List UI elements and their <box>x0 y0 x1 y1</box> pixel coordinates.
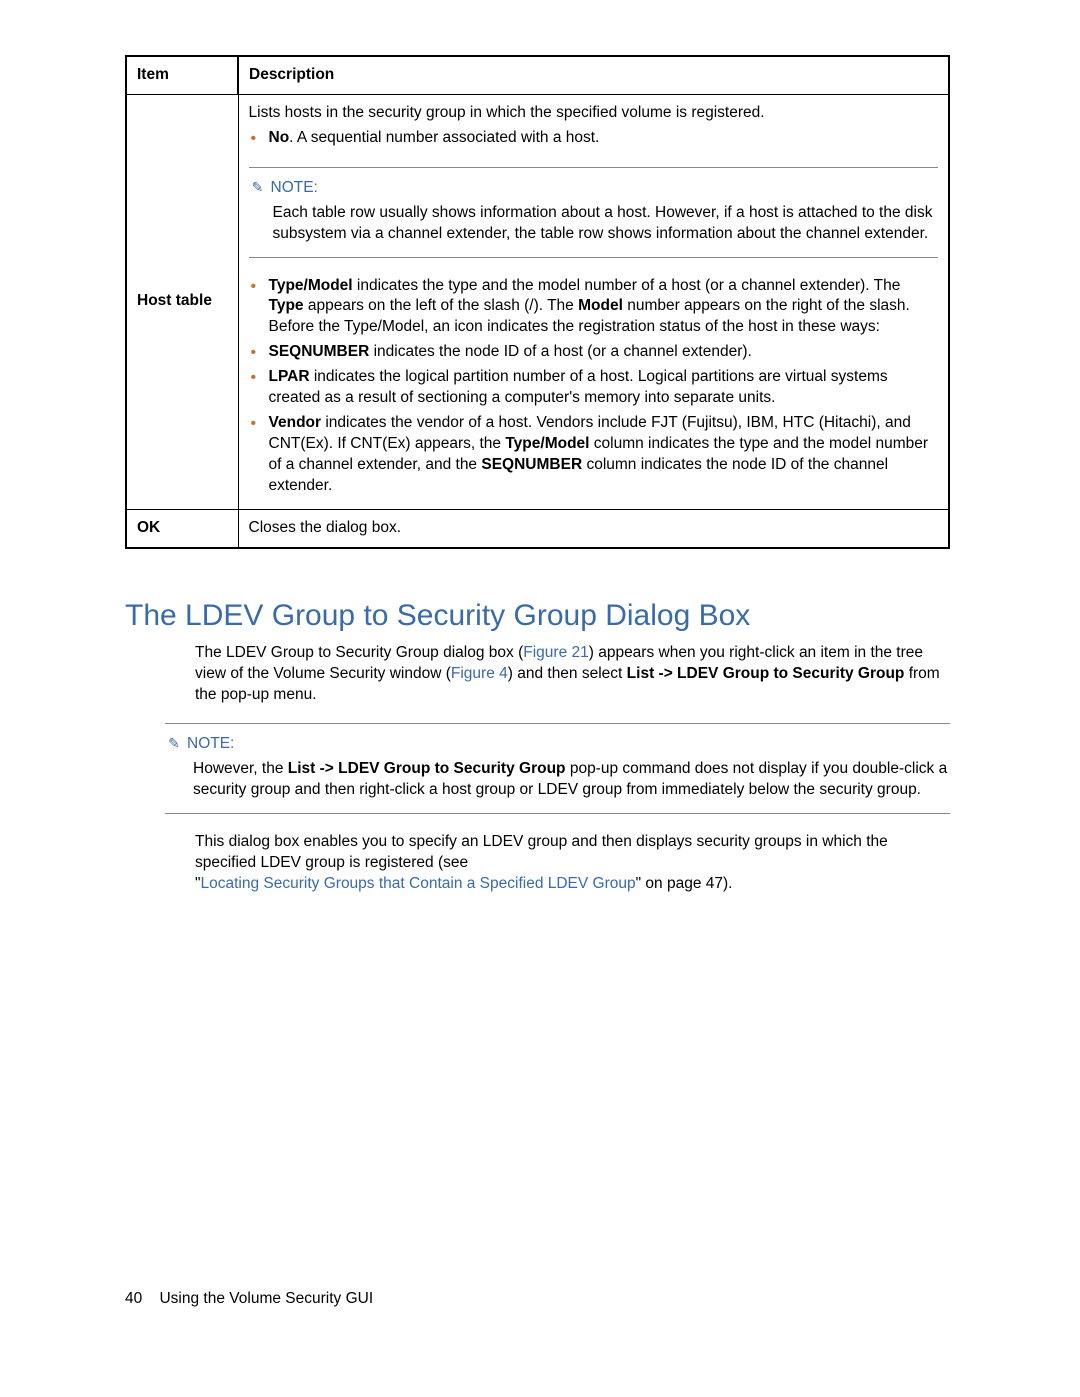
li-seqnumber: SEQNUMBER indicates the node ID of a hos… <box>249 342 939 363</box>
li-lpar: LPAR indicates the logical partition num… <box>249 367 939 409</box>
section-p2-link: "Locating Security Groups that Contain a… <box>195 874 950 895</box>
page-footer: 40 Using the Volume Security GUI <box>125 1290 373 1308</box>
host-intro: Lists hosts in the security group in whi… <box>249 103 939 124</box>
cell-ok-item: OK <box>126 509 238 547</box>
footer-title: Using the Volume Security GUI <box>159 1290 373 1307</box>
note-in-table: ✎NOTE: Each table row usually shows info… <box>249 167 939 258</box>
note-text: Each table row usually shows information… <box>273 203 939 245</box>
note-label: NOTE: <box>271 179 318 196</box>
th-desc: Description <box>238 56 949 94</box>
note-label: NOTE: <box>187 735 234 752</box>
table-row: Host table Lists hosts in the security g… <box>126 94 949 509</box>
th-item: Item <box>126 56 238 94</box>
li-vendor: Vendor indicates the vendor of a host. V… <box>249 413 939 497</box>
li-type-model: Type/Model indicates the type and the mo… <box>249 276 939 339</box>
cell-host-desc: Lists hosts in the security group in whi… <box>238 94 949 509</box>
page-number: 40 <box>125 1290 142 1307</box>
note-text: However, the List -> LDEV Group to Secur… <box>193 759 950 801</box>
cell-ok-desc: Closes the dialog box. <box>238 509 949 547</box>
cell-host-item: Host table <box>126 94 238 509</box>
section-p1: The LDEV Group to Security Group dialog … <box>195 643 950 706</box>
item-description-table: Item Description Host table Lists hosts … <box>125 55 950 549</box>
table-row: OK Closes the dialog box. <box>126 509 949 547</box>
note-icon: ✎ <box>165 734 183 753</box>
section-p2: This dialog box enables you to specify a… <box>195 832 950 874</box>
note-below-heading: ✎NOTE: However, the List -> LDEV Group t… <box>165 723 950 814</box>
note-icon: ✎ <box>249 178 267 197</box>
li-no: No. A sequential number associated with … <box>249 128 939 149</box>
section-heading: The LDEV Group to Security Group Dialog … <box>125 599 950 633</box>
